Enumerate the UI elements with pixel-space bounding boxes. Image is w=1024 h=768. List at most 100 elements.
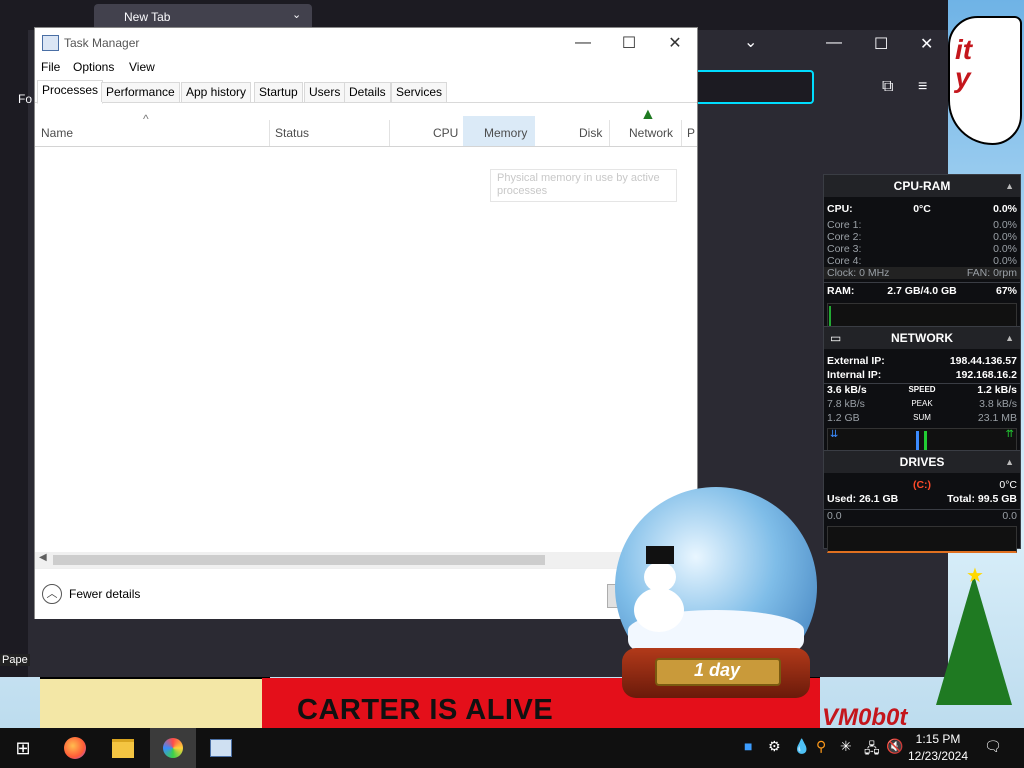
download-arrow-icon: ⇊ — [830, 429, 839, 440]
menu-view[interactable]: View — [129, 60, 155, 74]
task-manager-icon — [210, 739, 232, 757]
browser-url-bar[interactable] — [690, 70, 814, 104]
close-icon: ✕ — [668, 35, 682, 52]
column-name[interactable]: Name — [41, 126, 73, 140]
column-divider[interactable] — [609, 120, 610, 146]
cartoon-figure-left — [40, 676, 270, 731]
browser-close-icon[interactable]: ✕ — [920, 34, 933, 54]
maximize-icon: ☐ — [621, 35, 637, 52]
extensions-icon[interactable]: ⧉ — [882, 78, 893, 96]
speech-bubble-text: it y — [955, 34, 973, 93]
countdown-label: 1 day — [693, 660, 741, 680]
tab-startup[interactable]: Startup — [254, 82, 303, 102]
desktop-icon-label[interactable]: Pape — [0, 654, 30, 666]
task-manager-app-icon — [42, 35, 59, 51]
taskbar-file-explorer[interactable] — [100, 728, 146, 768]
tray-sparkle-icon[interactable]: ✳ — [840, 738, 852, 755]
taskbar-clock-date[interactable]: 12/23/2024 — [906, 749, 970, 763]
task-manager-window[interactable]: Task Manager — ☐ ✕ File Options View Pro… — [34, 27, 698, 619]
browser-minimize-icon[interactable]: — — [826, 34, 842, 52]
drives-gadget: DRIVES ▲ (C:) 0°C Used: 26.1 GB Total: 99.5… — [823, 450, 1021, 553]
network-title: ▭ NETWORK ▲ — [824, 327, 1020, 349]
firefox-icon — [64, 737, 86, 759]
tray-search-icon[interactable]: ⚲ — [816, 738, 826, 755]
collapse-icon[interactable]: ▲ — [1005, 327, 1014, 349]
column-disk[interactable]: Disk — [579, 126, 602, 140]
tab-list-chevron-icon[interactable]: ⌄ — [292, 8, 301, 21]
collapse-icon[interactable]: ▲ — [1005, 175, 1014, 197]
windows-logo-icon: ⊞ — [15, 737, 31, 758]
peak-row: 7.8 kB/s PEAK 3.8 kB/s — [827, 398, 1017, 410]
drive-write-value: 0.0 — [1002, 510, 1017, 522]
menu-options[interactable]: Options — [73, 60, 114, 74]
app-icon — [163, 738, 183, 758]
tray-settings-icon[interactable]: ⚙ — [768, 738, 781, 755]
column-power[interactable]: P — [687, 126, 695, 140]
scroll-left-arrow-icon[interactable]: ◀ — [39, 552, 47, 563]
chevron-up-icon[interactable]: ︿ — [42, 584, 62, 604]
speed-row: 3.6 kB/s SPEED 1.2 kB/s — [824, 383, 1020, 396]
tray-drop-icon[interactable]: 💧 — [793, 738, 810, 755]
snowman-head — [644, 562, 676, 592]
browser-maximize-icon[interactable]: ☐ — [874, 34, 888, 54]
taskbar-task-manager[interactable] — [198, 728, 244, 768]
drives-title: DRIVES ▲ — [824, 451, 1020, 473]
drive-header-row: (C:) 0°C — [912, 479, 1017, 491]
notification-icon[interactable]: 🗨 — [984, 738, 1002, 755]
internal-ip-row: Internal IP: 192.168.16.2 — [827, 369, 1017, 381]
clock-row: Clock: 0 MHz FAN: 0rpm — [824, 267, 1020, 279]
browser-tabs-chevron-icon[interactable]: ⌄ — [744, 32, 757, 52]
drive-io-row: 0.0 0.0 — [824, 509, 1020, 522]
network-monitor-icon: ▭ — [830, 331, 842, 345]
tab-performance[interactable]: Performance — [101, 82, 180, 102]
snowman-hat — [646, 546, 674, 564]
tab-details[interactable]: Details — [344, 82, 391, 102]
maximize-button[interactable]: ☐ — [606, 28, 652, 58]
column-network[interactable]: Network — [629, 126, 673, 140]
collapse-icon[interactable]: ▲ — [1005, 451, 1014, 473]
tab-processes[interactable]: Processes — [37, 80, 104, 104]
external-ip-row: External IP: 198.44.136.57 — [827, 355, 1017, 367]
folder-icon — [112, 738, 134, 758]
mini-tree-icon: ▲ — [640, 106, 656, 123]
core-row: Core 4: 0.0% — [827, 255, 1017, 267]
tab-services[interactable]: Services — [391, 82, 448, 102]
scrollbar-thumb[interactable] — [53, 555, 545, 565]
column-memory[interactable]: Memory — [484, 126, 527, 140]
banner-text: CARTER IS ALIVE — [297, 694, 554, 726]
tray-volume-muted-icon[interactable]: 🔇 — [886, 738, 903, 755]
tray-network-icon[interactable]: 🖧 — [864, 738, 880, 762]
start-button[interactable]: ⊞ — [0, 728, 46, 768]
menu-hamburger-icon[interactable]: ≡ — [918, 78, 927, 96]
menu-file[interactable]: File — [41, 60, 60, 74]
cpu-ram-gadget: CPU-RAM ▲ CPU: 0°C 0.0% Core 1: 0.0% Core … — [823, 174, 1021, 329]
tray-app-icon[interactable]: ■ — [744, 738, 752, 754]
tab-app-history[interactable]: App history — [181, 82, 252, 102]
snowman-body — [634, 588, 684, 632]
core-row: Core 3: 0.0% — [827, 243, 1017, 255]
browser-tab-label: New Tab — [124, 10, 171, 24]
drive-graph — [827, 526, 1017, 553]
ram-row: RAM: 2.7 GB/4.0 GB 67% — [824, 282, 1020, 297]
column-divider[interactable] — [389, 120, 390, 146]
star-icon: ★ — [966, 565, 984, 587]
taskbar-clock-time[interactable]: 1:15 PM — [912, 732, 964, 746]
fewer-details-button[interactable]: Fewer details — [69, 587, 140, 601]
drive-read-value: 0.0 — [827, 510, 842, 522]
network-gadget: ▭ NETWORK ▲ External IP: 198.44.136.57 Inte… — [823, 326, 1021, 454]
close-button[interactable]: ✕ — [652, 28, 698, 58]
cpu-row: CPU: 0°C 0.0% — [827, 203, 1017, 215]
upload-arrow-icon: ⇈ — [1005, 429, 1014, 440]
task-manager-title: Task Manager — [64, 36, 140, 50]
taskbar-colorful-app[interactable] — [150, 728, 196, 768]
column-status[interactable]: Status — [275, 126, 309, 140]
core-row: Core 2: 0.0% — [827, 231, 1017, 243]
minimize-icon: — — [575, 34, 591, 51]
column-cpu[interactable]: CPU — [433, 126, 458, 140]
taskbar-firefox[interactable] — [52, 728, 98, 768]
tab-users[interactable]: Users — [304, 82, 346, 102]
column-divider[interactable] — [681, 120, 682, 146]
column-divider[interactable] — [269, 120, 270, 146]
minimize-button[interactable]: — — [560, 28, 606, 58]
christmas-tree — [936, 575, 1012, 705]
